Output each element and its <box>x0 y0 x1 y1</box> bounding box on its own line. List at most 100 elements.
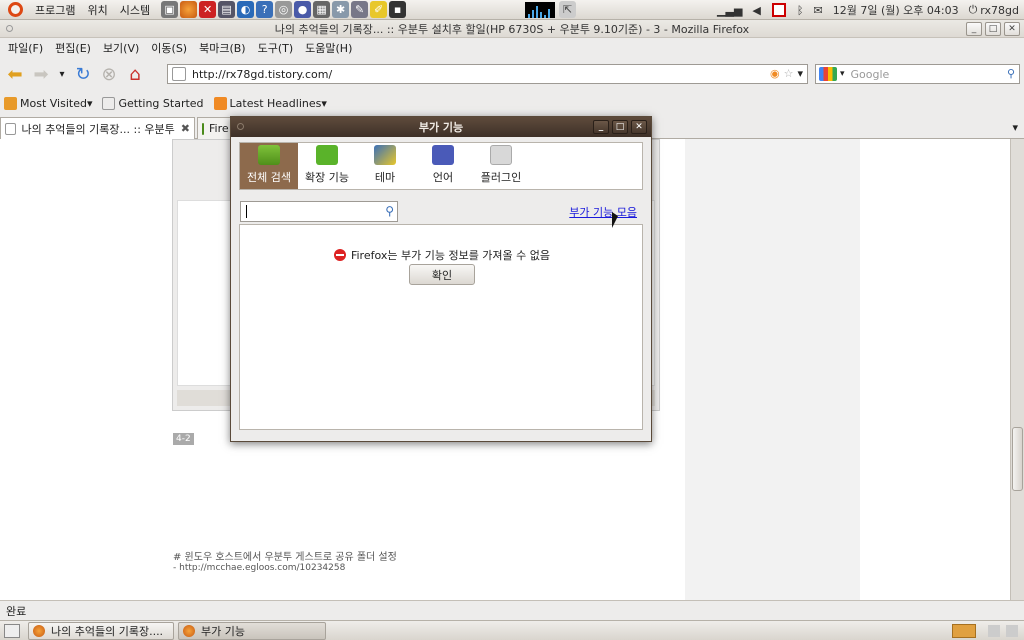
plugin-icon <box>490 145 512 165</box>
scrollbar-thumb[interactable] <box>1012 427 1023 491</box>
article-note-link[interactable]: - http://mcchae.egloos.com/10234258 <box>173 563 345 573</box>
messenger-launcher-icon[interactable]: ● <box>294 1 312 18</box>
tab-extensions[interactable]: 확장 기능 <box>298 143 356 189</box>
tab-label: 언어 <box>432 171 454 184</box>
dialog-close-button[interactable]: ✕ <box>631 120 647 134</box>
taskbar-label: 나의 추억들의 기록장.... <box>51 625 164 638</box>
back-arrow-icon[interactable]: ⬅ <box>4 63 26 85</box>
search-engine-dropdown-icon[interactable]: ▾ <box>840 69 845 79</box>
maximize-button[interactable]: □ <box>985 22 1001 36</box>
menu-view[interactable]: 보기(V) <box>97 40 145 56</box>
addons-dialog: 부가 기능 _ □ ✕ 전체 검색 확장 기능 테마 언어 플러그인 ⚲ 부가 … <box>230 116 652 442</box>
search-icon[interactable]: ⚲ <box>385 204 394 218</box>
mail-icon[interactable]: ✉ <box>814 4 823 17</box>
menu-bookmarks[interactable]: 북마크(B) <box>193 40 252 56</box>
rss-feed-icon[interactable]: ◉ <box>770 67 780 80</box>
firefox-icon <box>33 625 45 637</box>
search-icon[interactable]: ⚲ <box>1007 67 1015 80</box>
bluetooth-icon[interactable]: ᛒ <box>797 4 804 17</box>
dialog-titlebar[interactable]: 부가 기능 _ □ ✕ <box>231 117 651 137</box>
monitor-launcher-icon[interactable]: ▤ <box>218 1 236 18</box>
bottom-panel: 나의 추억들의 기록장.... 부가 기능 <box>0 620 1024 640</box>
menu-history[interactable]: 이동(S) <box>145 40 193 56</box>
menu-help[interactable]: 도움말(H) <box>299 40 358 56</box>
forward-arrow-icon[interactable]: ➡ <box>30 63 52 85</box>
url-text[interactable]: http://rx78gd.tistory.com/ <box>192 68 332 81</box>
panel-menu-system[interactable]: 시스템 <box>114 2 156 18</box>
search-engine-icon[interactable] <box>819 67 837 81</box>
article-note-heading: # 윈도우 호스트에서 우분투 게스트로 공유 폴더 설정 <box>173 552 397 563</box>
update-notifier-icon[interactable] <box>771 3 786 17</box>
workspace-2-icon[interactable] <box>988 625 1000 637</box>
tab-addons[interactable]: Fire <box>197 117 231 139</box>
language-flag-icon <box>432 145 454 165</box>
navigation-toolbar: ⬅ ➡ ▾ ↻ ⊗ ⌂ http://rx78gd.tistory.com/ ◉… <box>0 58 1024 90</box>
tab-get-addons[interactable]: 전체 검색 <box>240 143 298 189</box>
puzzle-icon <box>202 122 204 135</box>
tab-blog[interactable]: 나의 추억들의 기록장... :: 우분투 ✖ <box>0 117 195 139</box>
list-all-tabs-icon[interactable]: ▾ <box>1012 121 1018 134</box>
tab-themes[interactable]: 테마 <box>356 143 414 189</box>
dialog-minimize-button[interactable]: _ <box>593 120 609 134</box>
taskbar-addons[interactable]: 부가 기능 <box>178 622 326 640</box>
ok-button[interactable]: 확인 <box>409 264 475 285</box>
disk-launcher-icon[interactable]: ◎ <box>275 1 293 18</box>
bookmark-star-icon[interactable]: ☆ <box>784 67 794 80</box>
tab-languages[interactable]: 언어 <box>414 143 472 189</box>
bookmark-latest-headlines[interactable]: Latest Headlines ▾ <box>213 96 327 110</box>
site-identity-icon[interactable] <box>172 67 186 81</box>
close-button[interactable]: ✕ <box>1004 22 1020 36</box>
notes-launcher-icon[interactable]: ✐ <box>370 1 388 18</box>
panel-menu-applications[interactable]: 프로그램 <box>29 2 81 18</box>
search-placeholder[interactable]: Google <box>851 68 890 81</box>
editor-launcher-icon[interactable]: ✎ <box>351 1 369 18</box>
help-launcher-icon[interactable]: ? <box>256 1 274 18</box>
dialog-menu-icon[interactable] <box>237 123 244 130</box>
volume-icon[interactable]: ◀ <box>752 4 760 17</box>
vertical-scrollbar[interactable] <box>1010 139 1024 600</box>
camera-launcher-icon[interactable]: ▣ <box>161 1 179 18</box>
taskbar-firefox[interactable]: 나의 추억들의 기록장.... <box>28 622 174 640</box>
stop-icon[interactable]: ⊗ <box>98 63 120 85</box>
minimize-button[interactable]: _ <box>966 22 982 36</box>
terminal-launcher-icon[interactable]: ▪ <box>389 1 407 18</box>
search-bar[interactable]: ▾ Google ⚲ <box>815 64 1020 84</box>
no-entry-launcher-icon[interactable]: ✕ <box>199 1 217 18</box>
text-caret <box>246 205 247 218</box>
bookmark-most-visited[interactable]: Most Visited ▾ <box>4 96 92 110</box>
show-desktop-icon[interactable] <box>4 624 20 638</box>
url-dropdown-icon[interactable]: ▾ <box>797 67 803 80</box>
dialog-maximize-button[interactable]: □ <box>612 120 628 134</box>
clock[interactable]: 12월 7일 (월) 오후 04:03 <box>833 2 959 18</box>
trash-icon[interactable] <box>1006 625 1018 637</box>
signal-strength-icon[interactable]: ▁▃▅ <box>717 4 742 17</box>
home-icon[interactable]: ⌂ <box>124 63 146 85</box>
panel-menu-places[interactable]: 위치 <box>81 2 113 18</box>
window-titlebar[interactable]: 나의 추억들의 기록장... :: 우분투 설치후 할일(HP 6730S + … <box>0 20 1024 38</box>
ubuntu-logo-icon[interactable] <box>8 2 23 17</box>
dialog-title: 부가 기능 <box>418 121 464 134</box>
user-name[interactable]: rx78gd <box>980 4 1019 17</box>
system-tray: ▁▃▅ ◀ ᛒ ✉ 12월 7일 (월) 오후 04:03 ⏻ rx78gd <box>712 0 1024 20</box>
window-menu-icon[interactable] <box>6 25 13 32</box>
addons-search-input[interactable]: ⚲ <box>240 201 398 222</box>
menu-file[interactable]: 파일(F) <box>2 40 49 56</box>
reload-icon[interactable]: ↻ <box>72 63 94 85</box>
browse-all-addons-link[interactable]: 부가 기능 모음 <box>569 204 637 220</box>
url-bar[interactable]: http://rx78gd.tistory.com/ ◉ ☆ ▾ <box>167 64 808 84</box>
bookmark-getting-started[interactable]: Getting Started <box>102 96 204 110</box>
bookmark-label: Latest Headlines <box>229 96 322 110</box>
menu-edit[interactable]: 편집(E) <box>49 40 97 56</box>
tab-plugins[interactable]: 플러그인 <box>472 143 530 189</box>
power-icon[interactable]: ⏻ <box>969 3 978 17</box>
history-dropdown-icon[interactable]: ▾ <box>56 63 68 85</box>
workspace-icon[interactable] <box>952 624 976 638</box>
menu-tools[interactable]: 도구(T) <box>252 40 300 56</box>
close-tab-icon[interactable]: ✖ <box>181 122 190 135</box>
settings-launcher-icon[interactable]: ✱ <box>332 1 350 18</box>
window-list-icon[interactable]: ⇱ <box>559 1 577 18</box>
firefox-launcher-icon[interactable] <box>180 1 198 18</box>
menubar: 파일(F) 편집(E) 보기(V) 이동(S) 북마크(B) 도구(T) 도움말… <box>0 38 1024 58</box>
browser-launcher-icon[interactable]: ◐ <box>237 1 255 18</box>
media-launcher-icon[interactable]: ▦ <box>313 1 331 18</box>
